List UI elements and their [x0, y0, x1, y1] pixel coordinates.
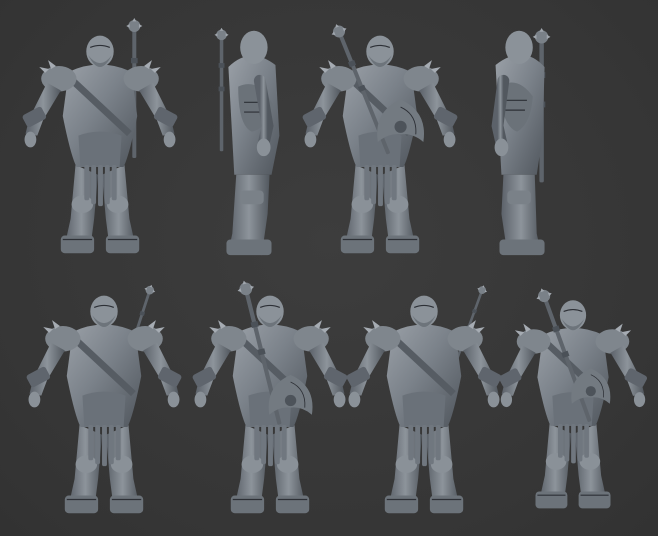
left-side-view — [198, 18, 298, 263]
front-view — [10, 18, 190, 263]
three-quarter-back-right-view — [190, 278, 350, 523]
three-quarter-front-left-view — [18, 278, 190, 523]
three-quarter-back-left-view — [498, 278, 648, 523]
turnaround-sheet — [0, 0, 658, 536]
back-view — [290, 18, 470, 263]
three-quarter-front-right-view — [344, 278, 504, 523]
right-side-view — [468, 18, 578, 263]
